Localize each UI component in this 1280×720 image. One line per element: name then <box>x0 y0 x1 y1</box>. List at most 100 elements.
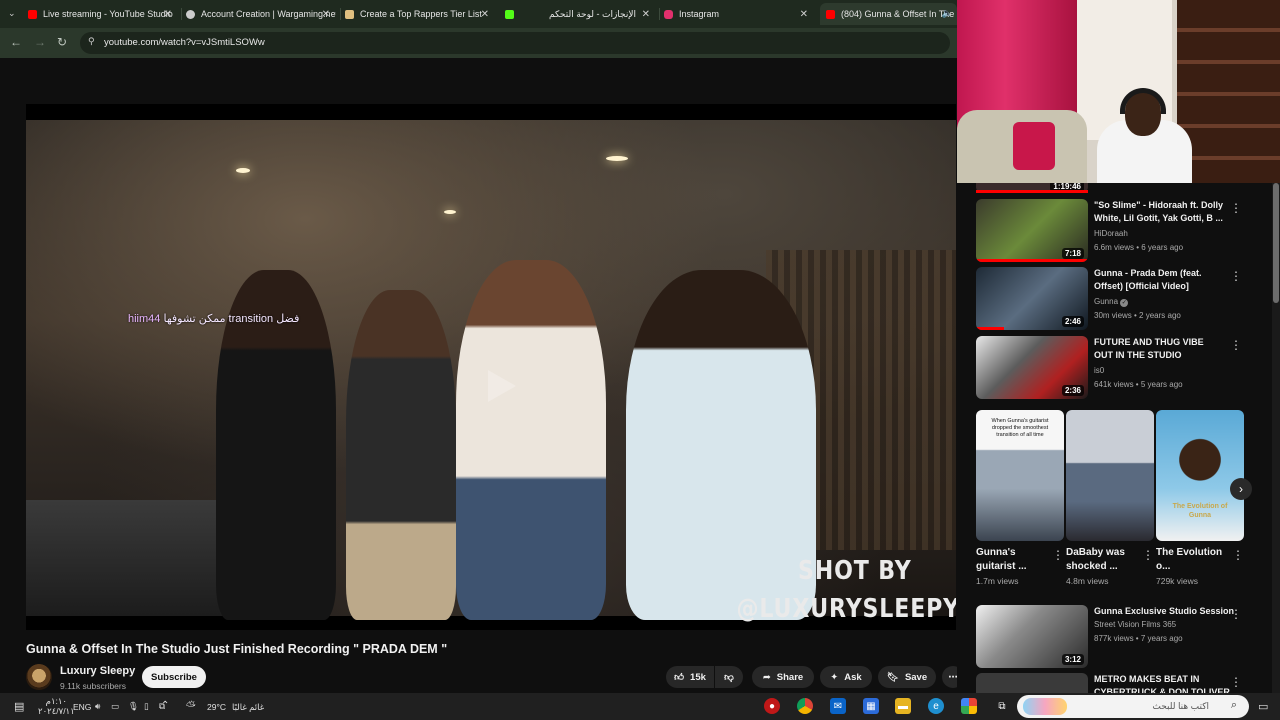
tab-search-icon[interactable]: ⌄ <box>8 8 16 19</box>
close-icon[interactable]: ✕ <box>322 9 330 20</box>
task-view-icon[interactable]: ⧉ <box>994 698 1010 714</box>
channel-name[interactable]: Gunna ✓ <box>1094 297 1129 307</box>
app-icon[interactable] <box>961 698 977 714</box>
channel-name[interactable]: is0 <box>1094 366 1104 375</box>
short-title[interactable]: The Evolution o... <box>1156 546 1230 574</box>
bookmark-icon: 🔖︎ <box>886 671 899 683</box>
tab-kick[interactable] <box>505 3 545 25</box>
save-button[interactable]: 🔖︎ Save <box>878 666 936 688</box>
tab-instagram[interactable]: Instagram ✕ <box>664 3 814 25</box>
weather-temp[interactable]: 29°C <box>207 702 226 712</box>
browser-tab-strip: ⌄ Live streaming - YouTube Studio ✕ Acco… <box>0 0 957 28</box>
short-title[interactable]: Gunna's guitarist ... <box>976 546 1050 574</box>
tab-youtube-studio[interactable]: Live streaming - YouTube Studio ✕ <box>28 3 178 25</box>
channel-name[interactable]: Street Vision Films 365 <box>1094 620 1176 629</box>
video-thumbnail[interactable]: 2:46 <box>976 267 1088 330</box>
close-icon[interactable]: ✕ <box>164 9 172 20</box>
taskbar-search[interactable]: اكتب هنا للبحث ⌕ <box>1017 695 1249 718</box>
clock[interactable]: ١:١٠م ٢٠٢٤/٧/١١ <box>38 696 75 716</box>
video-title[interactable]: Gunna - Prada Dem (feat. Offset) [Offici… <box>1094 267 1224 293</box>
close-icon[interactable]: ✕ <box>481 9 489 20</box>
youtube-icon <box>28 9 37 19</box>
site-info-icon[interactable]: ⚲ <box>88 36 95 47</box>
chevron-up-icon[interactable]: ⌃ <box>161 700 169 711</box>
video-meta: 641k views • 5 years ago <box>1094 380 1183 389</box>
wargaming-icon <box>186 9 195 19</box>
store-icon[interactable]: ▦ <box>863 698 879 714</box>
tab-tier-list[interactable]: Create a Top Rappers Tier List ✕ <box>345 3 495 25</box>
short-item[interactable]: When Gunna's guitarist dropped the smoot… <box>976 410 1064 586</box>
recommendation-item[interactable]: 3:12 Gunna Exclusive Studio Session Stre… <box>976 605 1266 669</box>
video-title[interactable]: "So Slime" - Hidoraah ft. Dolly White, L… <box>1094 199 1224 225</box>
tab-dashboard-arabic[interactable]: الإنجازات - لوحة التحكم ✕ <box>548 3 656 25</box>
taskbar: ▤ ١:١٠م ٢٠٢٤/٧/١١ ENG 🔊︎ ▭ 🎙︎ ▯ ⧉ ⌃ ⛅︎ 2… <box>0 693 1280 720</box>
share-button[interactable]: ➦ Share <box>752 666 814 688</box>
short-item[interactable]: The Evolution of Gunna The Evolution o..… <box>1156 410 1244 586</box>
partial-thumbnail[interactable]: 1:19:46 <box>976 183 1088 193</box>
battery-icon[interactable]: ▯ <box>144 701 149 712</box>
edge-icon[interactable]: e <box>928 698 944 714</box>
more-vertical-icon[interactable]: ⋮ <box>1230 269 1242 283</box>
more-vertical-icon[interactable]: ⋮ <box>1142 548 1154 562</box>
play-icon[interactable] <box>488 370 516 402</box>
tab-gunna-video[interactable]: (804) Gunna & Offset In The Studio 🔈 <box>820 3 957 25</box>
watermark-line2: @LUXURYSLEEPY <box>736 594 956 624</box>
more-vertical-icon[interactable]: ⋮ <box>1230 338 1242 352</box>
notification-icon[interactable]: ▤ <box>14 700 24 713</box>
more-vertical-icon[interactable]: ⋮ <box>1230 607 1242 621</box>
more-vertical-icon[interactable]: ⋮ <box>1052 548 1064 562</box>
shelf-next-button[interactable]: › <box>1230 478 1252 500</box>
audio-icon[interactable]: 🔈 <box>942 8 953 19</box>
video-thumbnail[interactable]: 3:12 <box>976 605 1088 668</box>
network-icon[interactable]: ▭ <box>111 701 119 712</box>
more-vertical-icon[interactable]: ⋮ <box>1232 548 1244 562</box>
channel-avatar[interactable] <box>26 664 52 690</box>
short-thumbnail[interactable] <box>1066 410 1154 541</box>
chrome-icon[interactable] <box>797 698 813 714</box>
like-button[interactable]: 👍︎ 15k <box>666 666 714 688</box>
ask-button[interactable]: ✦ Ask <box>820 666 872 688</box>
recommendation-item[interactable]: 7:18 "So Slime" - Hidoraah ft. Dolly Whi… <box>976 199 1266 263</box>
show-desktop-icon[interactable]: ▭ <box>1258 700 1268 713</box>
weather-desc[interactable]: غائم غالبًا <box>232 702 264 713</box>
back-icon[interactable]: ← <box>10 35 22 49</box>
more-vertical-icon[interactable]: ⋮ <box>1230 675 1242 689</box>
close-icon[interactable]: ✕ <box>800 9 808 20</box>
video-player[interactable]: hiim44 ممكن تشوفها transition فضل SHOT B… <box>26 104 956 630</box>
short-item[interactable]: DaBaby was shocked ... 4.8m views ⋮ <box>1066 410 1154 586</box>
video-title[interactable]: METRO MAKES BEAT IN CYBERTRUCK & DON TOL… <box>1094 673 1234 693</box>
mail-icon[interactable]: ✉ <box>830 698 846 714</box>
video-thumbnail[interactable]: 2:36 <box>976 336 1088 399</box>
channel-name[interactable]: Luxury Sleepy <box>60 665 135 677</box>
video-thumbnail[interactable] <box>976 673 1088 693</box>
scrollbar-thumb[interactable] <box>1273 183 1279 303</box>
folder-icon[interactable]: ▬ <box>895 698 911 714</box>
chat-username: hiim44 <box>128 313 161 325</box>
scrollbar[interactable] <box>1272 183 1280 693</box>
record-app-icon[interactable]: ● <box>764 698 780 714</box>
tab-wargaming[interactable]: Account Creation | Wargaming.net ✕ <box>186 3 336 25</box>
video-thumbnail[interactable]: 7:18 <box>976 199 1088 262</box>
microphone-icon[interactable]: 🎙︎ <box>128 701 139 712</box>
video-frame[interactable]: hiim44 ممكن تشوفها transition فضل SHOT B… <box>26 120 956 624</box>
subscribe-button[interactable]: Subscribe <box>142 666 206 688</box>
more-vertical-icon[interactable]: ⋮ <box>1230 201 1242 215</box>
dislike-button[interactable]: 👎︎ <box>715 666 743 688</box>
language-indicator[interactable]: ENG <box>73 702 91 712</box>
verified-icon: ✓ <box>1120 299 1129 307</box>
recommendation-item[interactable]: METRO MAKES BEAT IN CYBERTRUCK & DON TOL… <box>976 673 1266 693</box>
address-bar[interactable]: ⚲ youtube.com/watch?v=vJSmtiLSOWw <box>80 32 950 54</box>
browser-toolbar: ← → ↻ ⚲ youtube.com/watch?v=vJSmtiLSOWw <box>0 28 957 58</box>
short-thumbnail[interactable]: The Evolution of Gunna <box>1156 410 1244 541</box>
recommendation-item[interactable]: 2:36 FUTURE AND THUG VIBE OUT IN THE STU… <box>976 336 1266 400</box>
reload-icon[interactable]: ↻ <box>57 35 67 49</box>
short-thumbnail[interactable]: When Gunna's guitarist dropped the smoot… <box>976 410 1064 541</box>
forward-icon[interactable]: → <box>34 35 46 49</box>
recommendation-item[interactable]: 2:46 Gunna - Prada Dem (feat. Offset) [O… <box>976 267 1266 331</box>
channel-name[interactable]: HiDoraah <box>1094 229 1128 238</box>
weather-icon[interactable]: ⛅︎ <box>186 699 196 714</box>
close-icon[interactable]: ✕ <box>642 9 650 20</box>
volume-icon[interactable]: 🔊︎ <box>95 701 100 712</box>
short-title[interactable]: DaBaby was shocked ... <box>1066 546 1140 574</box>
video-title[interactable]: FUTURE AND THUG VIBE OUT IN THE STUDIO <box>1094 336 1224 362</box>
